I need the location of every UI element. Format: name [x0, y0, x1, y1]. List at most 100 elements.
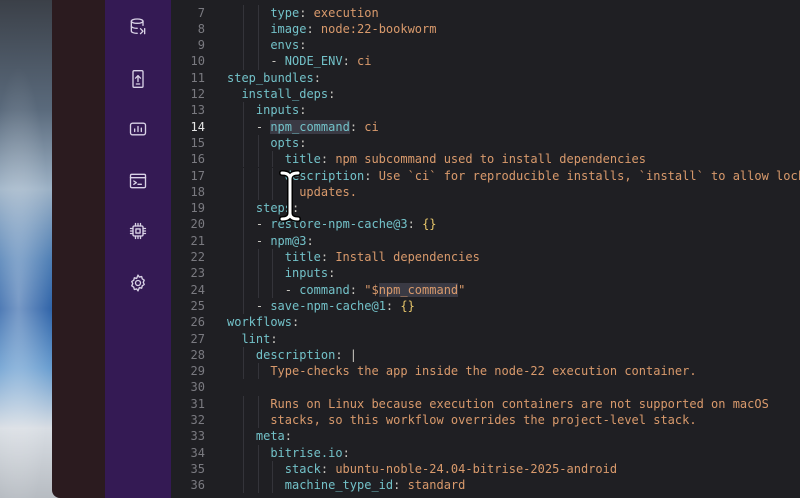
code-text: - NODE_ENV: ci: [270, 53, 371, 69]
code-line[interactable]: 15 opts:: [171, 135, 800, 151]
line-number: 10: [190, 54, 205, 69]
code-text: opts:: [270, 135, 306, 151]
code-line[interactable]: 34 bitrise.io:: [171, 445, 800, 461]
code-text: title: npm subcommand used to install de…: [285, 151, 646, 167]
code-token: description: [255, 347, 336, 362]
code-line[interactable]: 35 stack: ubuntu-noble-24.04-bitrise-2025…: [171, 461, 800, 477]
database-icon[interactable]: [126, 15, 150, 39]
code-token: stack: [284, 461, 321, 476]
indent-guide: [257, 134, 259, 152]
chip-icon[interactable]: [126, 219, 150, 243]
code-line[interactable]: 33 meta:: [171, 428, 800, 444]
line-number: 21: [190, 233, 205, 248]
line-number: 26: [190, 315, 205, 330]
code-line[interactable]: 14 - npm_command: ci: [171, 119, 800, 135]
code-line[interactable]: 28 description: |: [171, 347, 800, 363]
code-line[interactable]: 8 image: node:22-bookworm: [171, 21, 800, 37]
code-text: updates.: [299, 184, 357, 200]
code-token: :: [364, 168, 379, 183]
code-token: Runs on Linux because execution containe…: [270, 396, 769, 411]
code-token: :: [328, 87, 336, 101]
settings-icon[interactable]: [126, 271, 150, 295]
code-token: :: [313, 70, 321, 85]
line-number: 29: [190, 364, 205, 379]
code-token: meta: [255, 429, 285, 444]
terminal-icon[interactable]: [126, 169, 150, 193]
mobile-upload-icon[interactable]: [126, 67, 150, 91]
indent-guide: [243, 477, 245, 494]
indent-guide: [243, 118, 245, 135]
indent-guide: [243, 4, 245, 21]
code-text: workflows:: [227, 314, 299, 330]
window-frame: [52, 0, 106, 498]
code-text: image: node:22-bookworm: [270, 21, 436, 37]
code-token: title: [284, 152, 321, 167]
code-line[interactable]: 18 updates.: [171, 184, 800, 200]
code-line[interactable]: 31 Runs on Linux because execution contai…: [171, 396, 800, 412]
code-line[interactable]: 13 inputs:: [171, 102, 800, 118]
code-line[interactable]: 29 Type-checks the app inside the node-22…: [171, 363, 800, 379]
code-line[interactable]: 12 install_deps:: [171, 86, 800, 102]
code-token: -: [284, 282, 300, 297]
code-token: standard: [407, 478, 466, 493]
code-line[interactable]: 11 step_bundles:: [171, 70, 800, 86]
indent-guide: [257, 183, 259, 201]
code-token: type: [270, 5, 300, 20]
code-line[interactable]: 17 description: Use `ci` for reproducible…: [171, 168, 800, 184]
dashboard-icon[interactable]: [126, 117, 150, 141]
code-text: - save-npm-cache@1: {}: [256, 298, 415, 314]
indent-guide: [272, 151, 274, 168]
code-text: envs:: [270, 37, 306, 53]
line-number: 15: [190, 135, 205, 150]
code-line[interactable]: 32 stacks, so this workflow overrides the…: [171, 412, 800, 428]
code-line[interactable]: 10 - NODE_ENV: ci: [171, 53, 800, 69]
code-token: Type-checks the app inside the node-22 e…: [270, 364, 697, 379]
code-line[interactable]: 30: [171, 379, 800, 395]
code-token: :: [292, 315, 300, 330]
code-token: bitrise.io: [270, 445, 343, 460]
code-token: :: [349, 119, 365, 134]
code-token: node:22-bookworm: [320, 21, 437, 36]
code-line[interactable]: 19 steps:: [171, 200, 800, 216]
line-number: 34: [190, 445, 205, 460]
code-line[interactable]: 9 envs:: [171, 37, 800, 53]
code-text: bitrise.io:: [270, 445, 349, 461]
line-number: 7: [197, 5, 205, 20]
code-line[interactable]: 25 - save-npm-cache@1: {}: [171, 298, 800, 314]
line-number: 32: [190, 413, 205, 427]
code-token: :: [328, 266, 336, 281]
line-number: 28: [190, 347, 205, 362]
indent-guide: [272, 167, 274, 184]
code-token: :: [270, 331, 278, 346]
indent-guide: [257, 4, 259, 21]
code-token: execution: [313, 5, 379, 20]
code-line[interactable]: 36 machine_type_id: standard: [171, 477, 800, 493]
code-token: :: [299, 103, 307, 118]
indent-guide: [243, 297, 245, 315]
code-token: :: [306, 233, 314, 248]
indent-guide: [243, 151, 245, 168]
code-line[interactable]: 7 type: execution: [171, 5, 800, 21]
code-line[interactable]: 27 lint:: [171, 331, 800, 347]
code-line[interactable]: 24 - command: "$npm_command": [171, 282, 800, 298]
code-line[interactable]: 26 workflows:: [171, 314, 800, 330]
line-number: 27: [190, 331, 205, 346]
code-text: Runs on Linux because execution containe…: [270, 396, 769, 412]
code-editor[interactable]: 7 type: execution 8 image: node:22-bookworm…: [171, 0, 800, 498]
code-line[interactable]: 23 inputs:: [171, 265, 800, 281]
code-token: :: [284, 429, 293, 444]
code-token: ubuntu-noble-24.04-bitrise-2025-android: [335, 461, 618, 476]
code-text: stacks, so this workflow overrides the p…: [270, 412, 696, 428]
code-token: :: [342, 445, 350, 460]
code-token: :: [299, 5, 314, 20]
indent-guide: [243, 428, 245, 445]
indent-guide: [243, 183, 245, 201]
code-line[interactable]: 16 title: npm subcommand used to install …: [171, 151, 800, 167]
code-text: lint:: [241, 331, 277, 347]
code-token: lint: [241, 331, 271, 346]
code-token: image: [270, 21, 307, 36]
code-line[interactable]: 22 title: Install dependencies: [171, 249, 800, 265]
code-token: inputs: [284, 266, 329, 281]
code-line[interactable]: 20- restore-npm-cache@3: {}: [171, 216, 800, 232]
code-line[interactable]: 21 - npm@3:: [171, 233, 800, 249]
